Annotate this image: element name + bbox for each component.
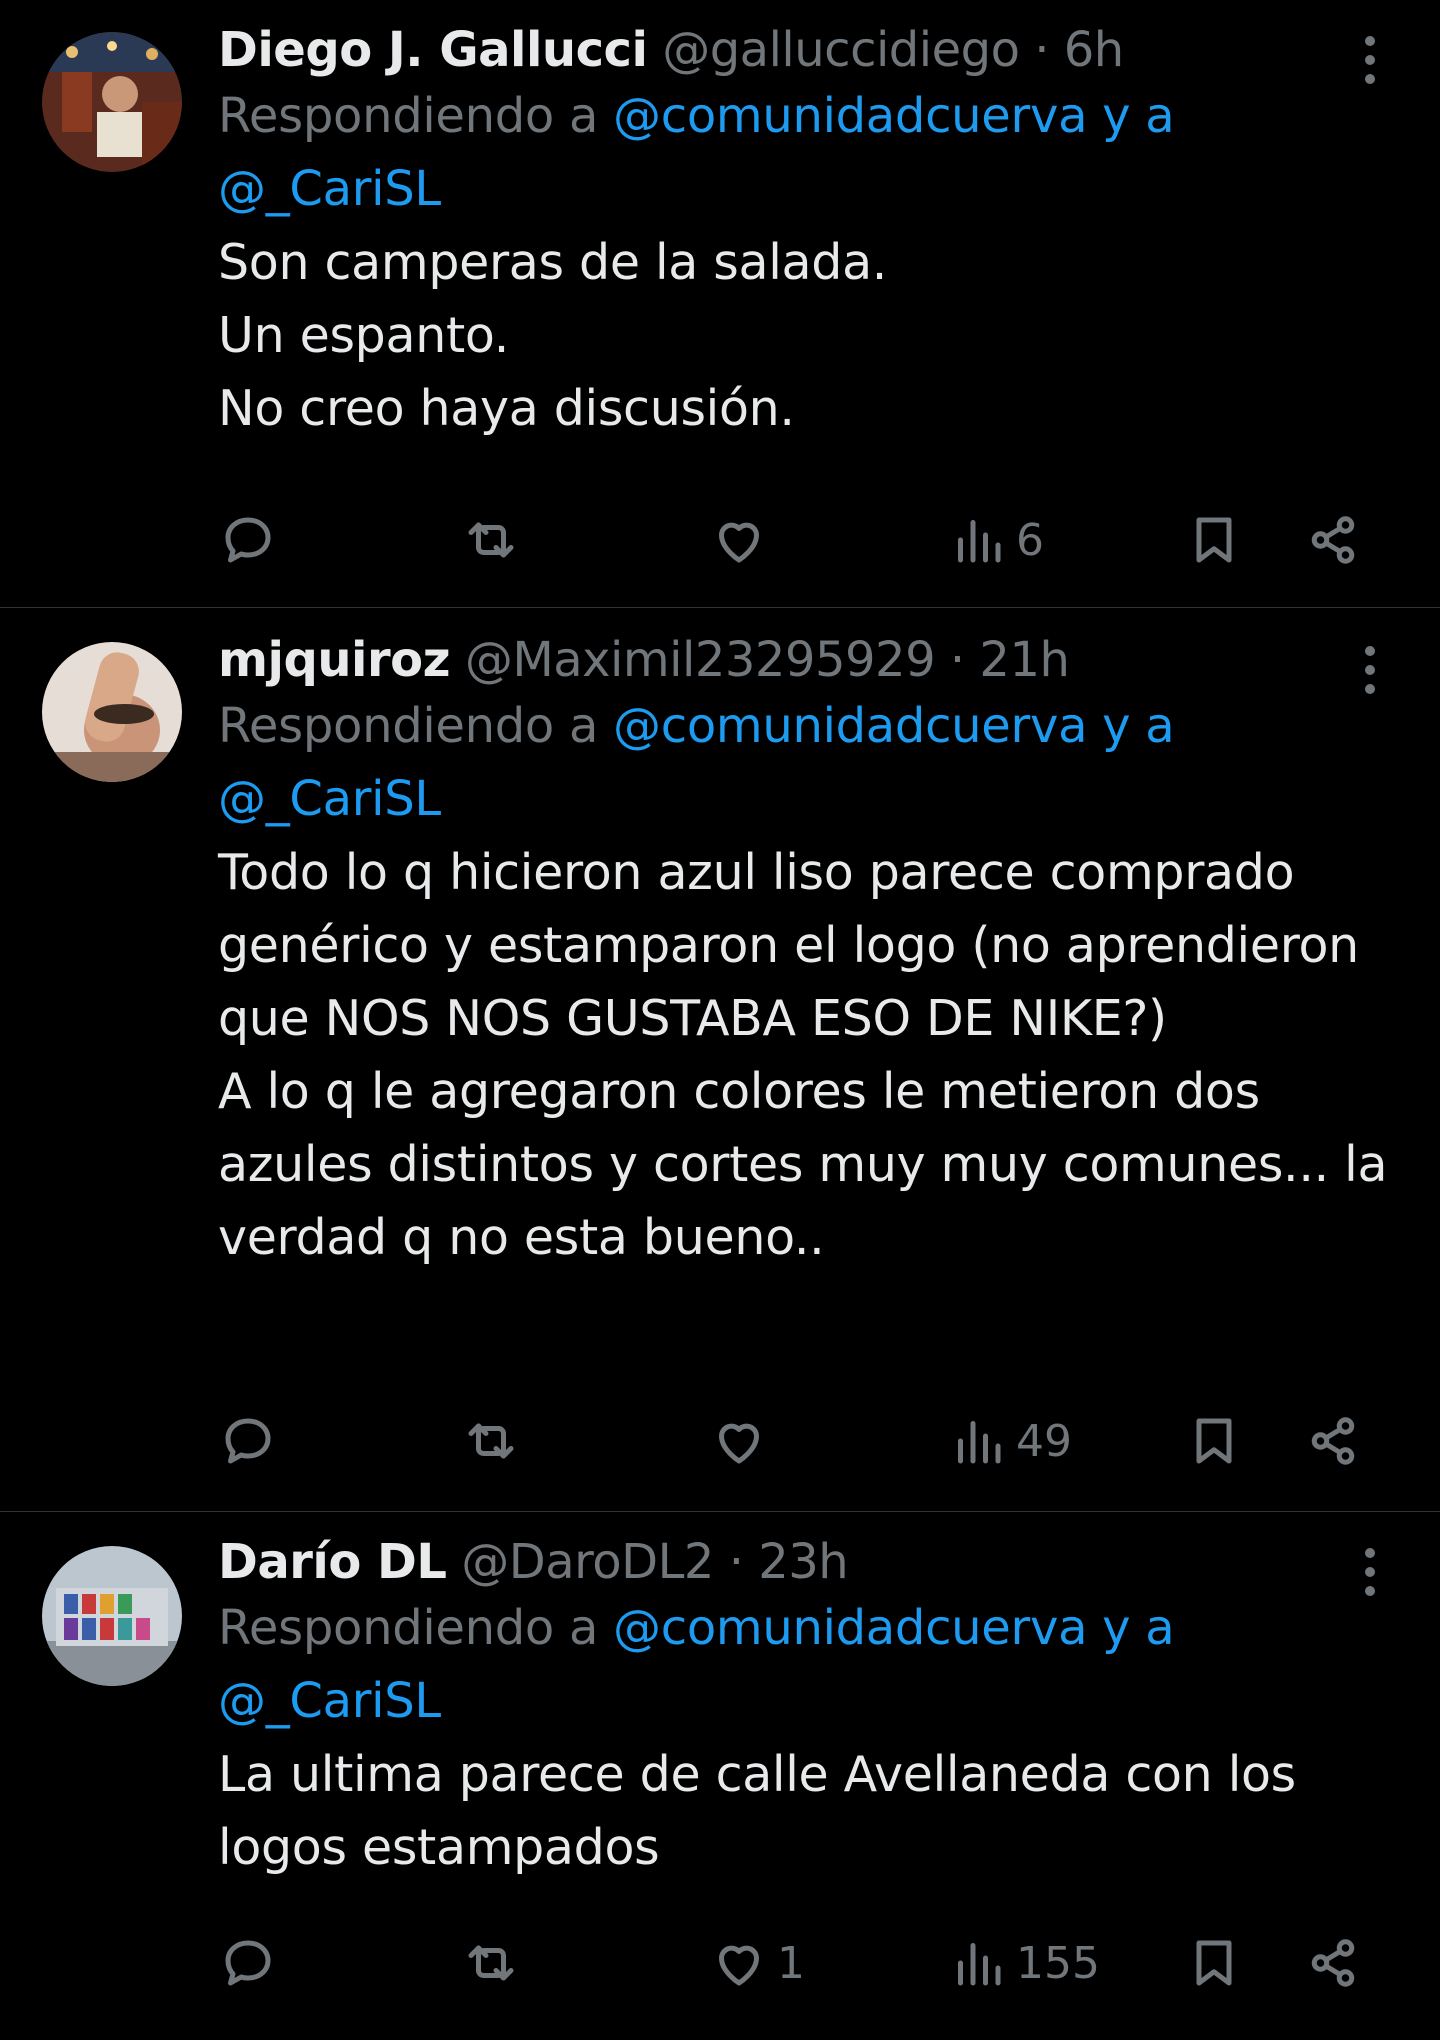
share-button[interactable] xyxy=(1303,500,1363,580)
tweet-text-content: Todo lo q hicieron azul liso parece comp… xyxy=(218,844,1388,1266)
views-icon xyxy=(958,520,1001,563)
reply-icon xyxy=(225,517,271,563)
share-button[interactable] xyxy=(1303,1923,1363,2003)
tweet[interactable]: Darío DL @DaroDL2 · 23h Respondiendo a @… xyxy=(0,1512,1440,2040)
timestamp[interactable]: 23h xyxy=(758,1534,849,1590)
tweet[interactable]: mjquiroz @Maximil23295929 · 21h Respondi… xyxy=(0,608,1440,1512)
replying-prefix: Respondiendo a xyxy=(218,698,599,754)
tweet-header: Darío DL @DaroDL2 · 23h xyxy=(218,1534,1390,1590)
action-bar: 6 xyxy=(218,500,1368,580)
tweet-header: mjquiroz @Maximil23295929 · 21h xyxy=(218,632,1390,688)
bookmark-button[interactable] xyxy=(1184,1923,1244,2003)
replying-prefix: Respondiendo a xyxy=(218,1600,599,1656)
share-button[interactable] xyxy=(1303,1401,1363,1481)
user-handle[interactable]: @Maximil23295929 xyxy=(465,632,936,688)
views-icon xyxy=(958,1421,1001,1464)
bookmark-icon xyxy=(1196,517,1232,563)
retweet-icon xyxy=(468,522,514,558)
reply-button[interactable] xyxy=(218,1923,278,2003)
reply-icon xyxy=(225,1940,271,1986)
tweet-text-content: Son camperas de la salada. Un espanto. N… xyxy=(218,234,888,437)
avatar-image xyxy=(42,642,182,782)
like-icon xyxy=(719,1423,759,1464)
tweet[interactable]: Diego J. Gallucci @galluccidiego · 6h Re… xyxy=(0,0,1440,608)
views-icon xyxy=(958,1943,1001,1986)
avatar-image xyxy=(42,32,182,172)
views-button[interactable]: 6 xyxy=(948,500,1044,580)
like-icon xyxy=(719,522,759,563)
views-button[interactable]: 155 xyxy=(948,1923,1100,2003)
user-handle[interactable]: @DaroDL2 xyxy=(461,1534,714,1590)
reply-button[interactable] xyxy=(218,500,278,580)
retweet-icon xyxy=(468,1423,514,1459)
timestamp[interactable]: 21h xyxy=(979,632,1070,688)
timestamp[interactable]: 6h xyxy=(1064,22,1124,78)
views-count: 155 xyxy=(1016,1937,1100,1989)
replying-to: Respondiendo a @comunidadcuerva y a @_Ca… xyxy=(218,80,1390,226)
views-count: 49 xyxy=(1016,1415,1072,1467)
views-button[interactable]: 49 xyxy=(948,1401,1072,1481)
reply-icon xyxy=(225,1418,271,1464)
bookmark-button[interactable] xyxy=(1184,1401,1244,1481)
like-count: 1 xyxy=(777,1937,805,1989)
tweet-text-content: La ultima parece de calle Avellaneda con… xyxy=(218,1746,1296,1876)
tweet-text: Son camperas de la salada. Un espanto. N… xyxy=(218,226,1390,445)
share-icon xyxy=(1311,516,1355,564)
like-button[interactable]: 1 xyxy=(709,1923,805,2003)
tweet-text: Todo lo q hicieron azul liso parece comp… xyxy=(218,836,1390,1274)
like-button[interactable] xyxy=(709,500,777,580)
retweet-button[interactable] xyxy=(461,1923,521,2003)
separator-dot: · xyxy=(1034,22,1049,78)
action-bar: 1 155 xyxy=(218,1923,1368,2003)
bookmark-icon xyxy=(1196,1418,1232,1464)
bookmark-icon xyxy=(1196,1940,1232,1986)
tweet-header: Diego J. Gallucci @galluccidiego · 6h xyxy=(218,22,1390,78)
views-count: 6 xyxy=(1016,514,1044,566)
avatar[interactable] xyxy=(42,32,182,172)
like-icon xyxy=(719,1945,759,1986)
separator-dot: · xyxy=(728,1534,744,1590)
replying-to: Respondiendo a @comunidadcuerva y a @_Ca… xyxy=(218,1592,1390,1738)
reply-button[interactable] xyxy=(218,1401,278,1481)
replying-to: Respondiendo a @comunidadcuerva y a @_Ca… xyxy=(218,690,1390,836)
tweet-text: La ultima parece de calle Avellaneda con… xyxy=(218,1738,1390,1884)
share-icon xyxy=(1311,1939,1355,1987)
display-name[interactable]: Darío DL xyxy=(218,1534,447,1590)
like-button[interactable] xyxy=(709,1401,777,1481)
display-name[interactable]: mjquiroz xyxy=(218,632,451,688)
retweet-button[interactable] xyxy=(461,500,521,580)
avatar[interactable] xyxy=(42,1546,182,1686)
avatar[interactable] xyxy=(42,642,182,782)
retweet-icon xyxy=(468,1945,514,1981)
bookmark-button[interactable] xyxy=(1184,500,1244,580)
separator-dot: · xyxy=(949,632,965,688)
action-bar: 49 xyxy=(218,1401,1368,1481)
retweet-button[interactable] xyxy=(461,1401,521,1481)
user-handle[interactable]: @galluccidiego xyxy=(662,22,1020,78)
replying-prefix: Respondiendo a xyxy=(218,88,599,144)
avatar-image xyxy=(42,1546,182,1686)
share-icon xyxy=(1311,1417,1355,1465)
display-name[interactable]: Diego J. Gallucci xyxy=(218,22,648,78)
